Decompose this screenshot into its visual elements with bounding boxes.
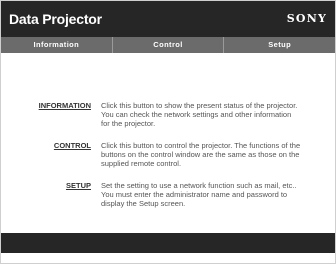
header-bar: Data Projector SONY — [1, 1, 335, 37]
setup-link[interactable]: SETUP — [66, 181, 91, 190]
information-description: Click this button to show the present st… — [101, 101, 298, 128]
information-link[interactable]: INFORMATION — [39, 101, 91, 110]
setup-description: Set the setting to use a network functio… — [101, 181, 297, 208]
control-link[interactable]: CONTROL — [54, 141, 91, 150]
tab-information[interactable]: Information — [1, 37, 112, 53]
app-title: Data Projector — [9, 11, 102, 27]
tab-control[interactable]: Control — [111, 37, 224, 53]
tab-setup[interactable]: Setup — [223, 37, 335, 53]
projector-web-page: Data Projector SONY Information Control … — [0, 0, 336, 264]
control-description: Click this button to control the project… — [101, 141, 301, 168]
tab-bar: Information Control Setup — [1, 37, 335, 53]
brand-logo: SONY — [286, 12, 327, 25]
footer-bar — [1, 233, 335, 253]
